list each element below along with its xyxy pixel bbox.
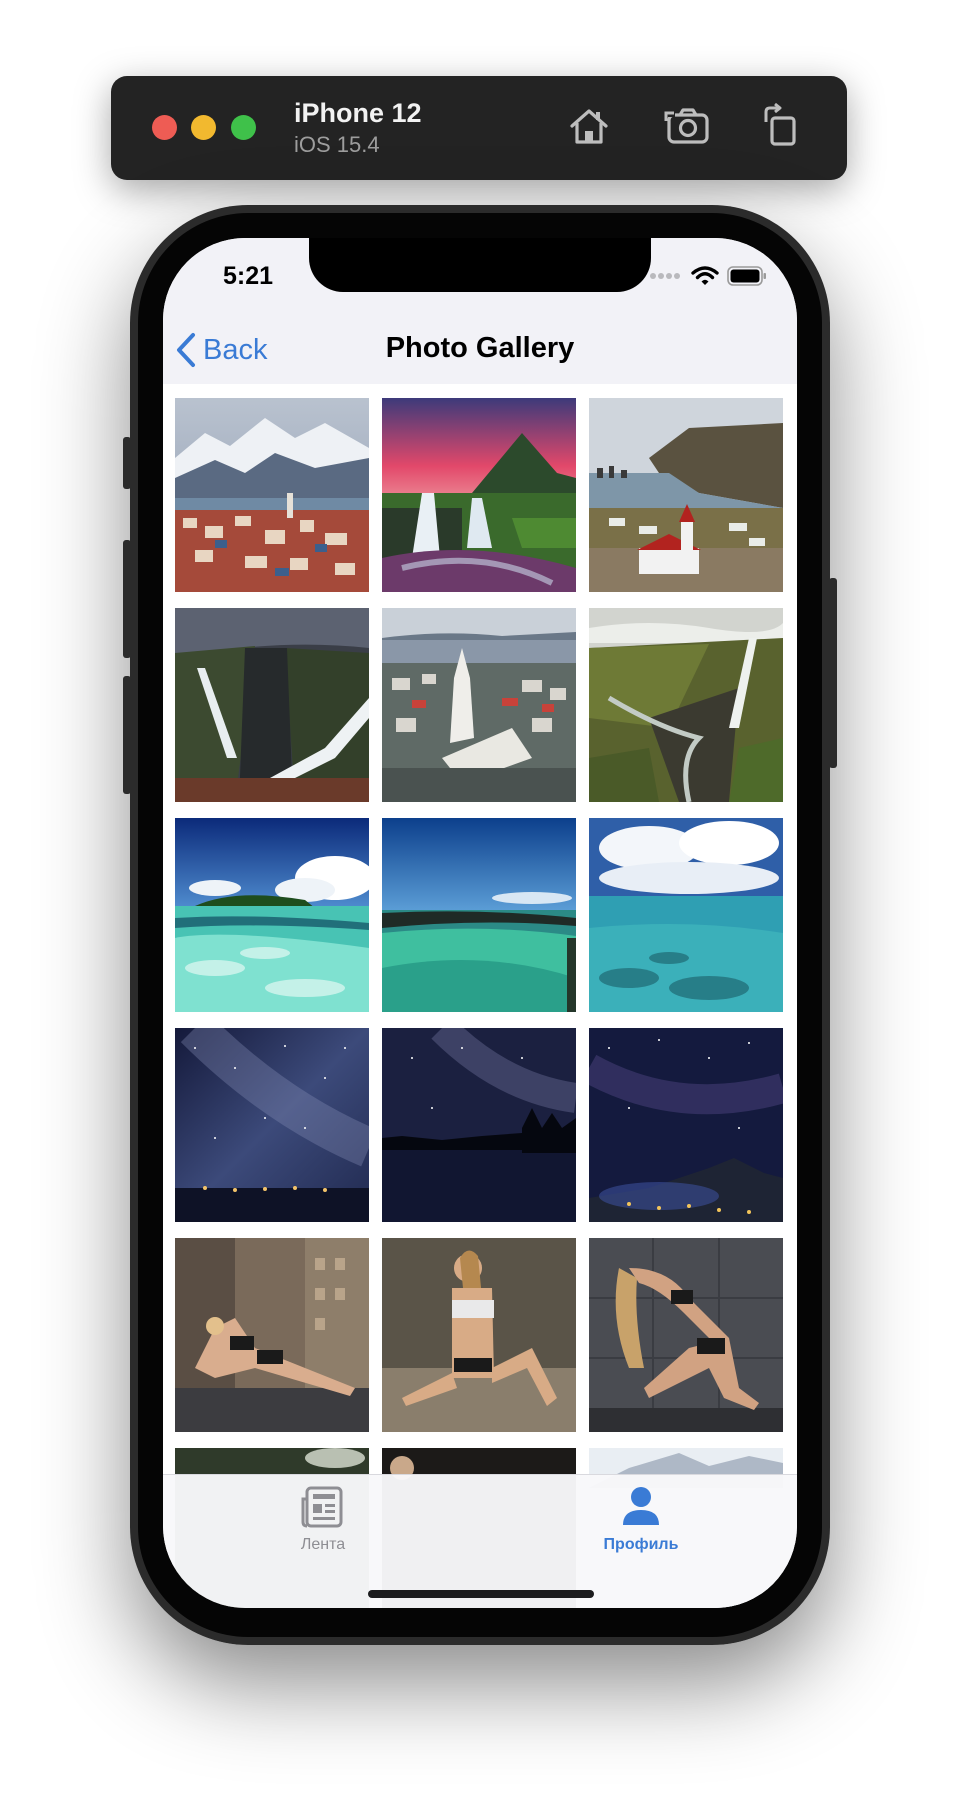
photo-fitness-sitting[interactable] [382, 1238, 576, 1432]
screenshot-button[interactable] [664, 102, 712, 150]
photo-starry-mountain[interactable] [589, 1028, 783, 1222]
zoom-window-button[interactable] [231, 115, 256, 140]
tab-bar: Лента Профиль [163, 1474, 797, 1608]
status-icons [649, 264, 767, 288]
person-icon [623, 1487, 659, 1525]
minimize-window-button[interactable] [191, 115, 216, 140]
tab-profile-label: Профиль [603, 1536, 679, 1553]
photo-turquoise-lagoon[interactable] [382, 818, 576, 1012]
os-version: iOS 15.4 [294, 132, 380, 157]
newspaper-icon [301, 1486, 343, 1528]
status-time: 5:21 [223, 262, 274, 290]
signal-dots-icon [650, 273, 680, 279]
tab-feed[interactable]: Лента [243, 1485, 403, 1554]
photo-grid [175, 398, 783, 1608]
device-name: iPhone 12 [294, 98, 422, 128]
battery-icon [727, 266, 766, 286]
tab-feed-label: Лента [300, 1536, 346, 1553]
photo-fitness-plank[interactable] [175, 1238, 369, 1432]
rotate-icon [764, 102, 796, 146]
simulator-title-bar [111, 76, 847, 180]
wifi-icon [691, 266, 719, 285]
home-button[interactable] [565, 102, 613, 150]
page-title: Photo Gallery [385, 332, 575, 364]
photo-tropical-island[interactable] [175, 818, 369, 1012]
photo-clouds-sea[interactable] [589, 818, 783, 1012]
photo-church-coast[interactable] [589, 398, 783, 592]
photo-milky-way-lake[interactable] [175, 1028, 369, 1222]
photo-church-aerial[interactable] [382, 608, 576, 802]
close-window-button[interactable] [152, 115, 177, 140]
photo-milky-way-reflection[interactable] [382, 1028, 576, 1222]
home-indicator [368, 1590, 594, 1598]
photo-canyon-waterfall[interactable] [175, 608, 369, 802]
device-screen: 5:21 Back Photo Gallery Лента Профиль [163, 238, 797, 1608]
screenshot-camera-icon [664, 108, 709, 144]
power-button [829, 578, 837, 768]
tab-profile[interactable]: Профиль [561, 1485, 721, 1554]
photo-city-mountains[interactable] [175, 398, 369, 592]
home-icon [570, 109, 608, 144]
photo-gorge-waterfall[interactable] [589, 608, 783, 802]
photo-waterfall-sunset[interactable] [382, 398, 576, 592]
notch [309, 238, 651, 292]
photo-fitness-stretch[interactable] [589, 1238, 783, 1432]
rotate-button[interactable] [758, 102, 806, 150]
